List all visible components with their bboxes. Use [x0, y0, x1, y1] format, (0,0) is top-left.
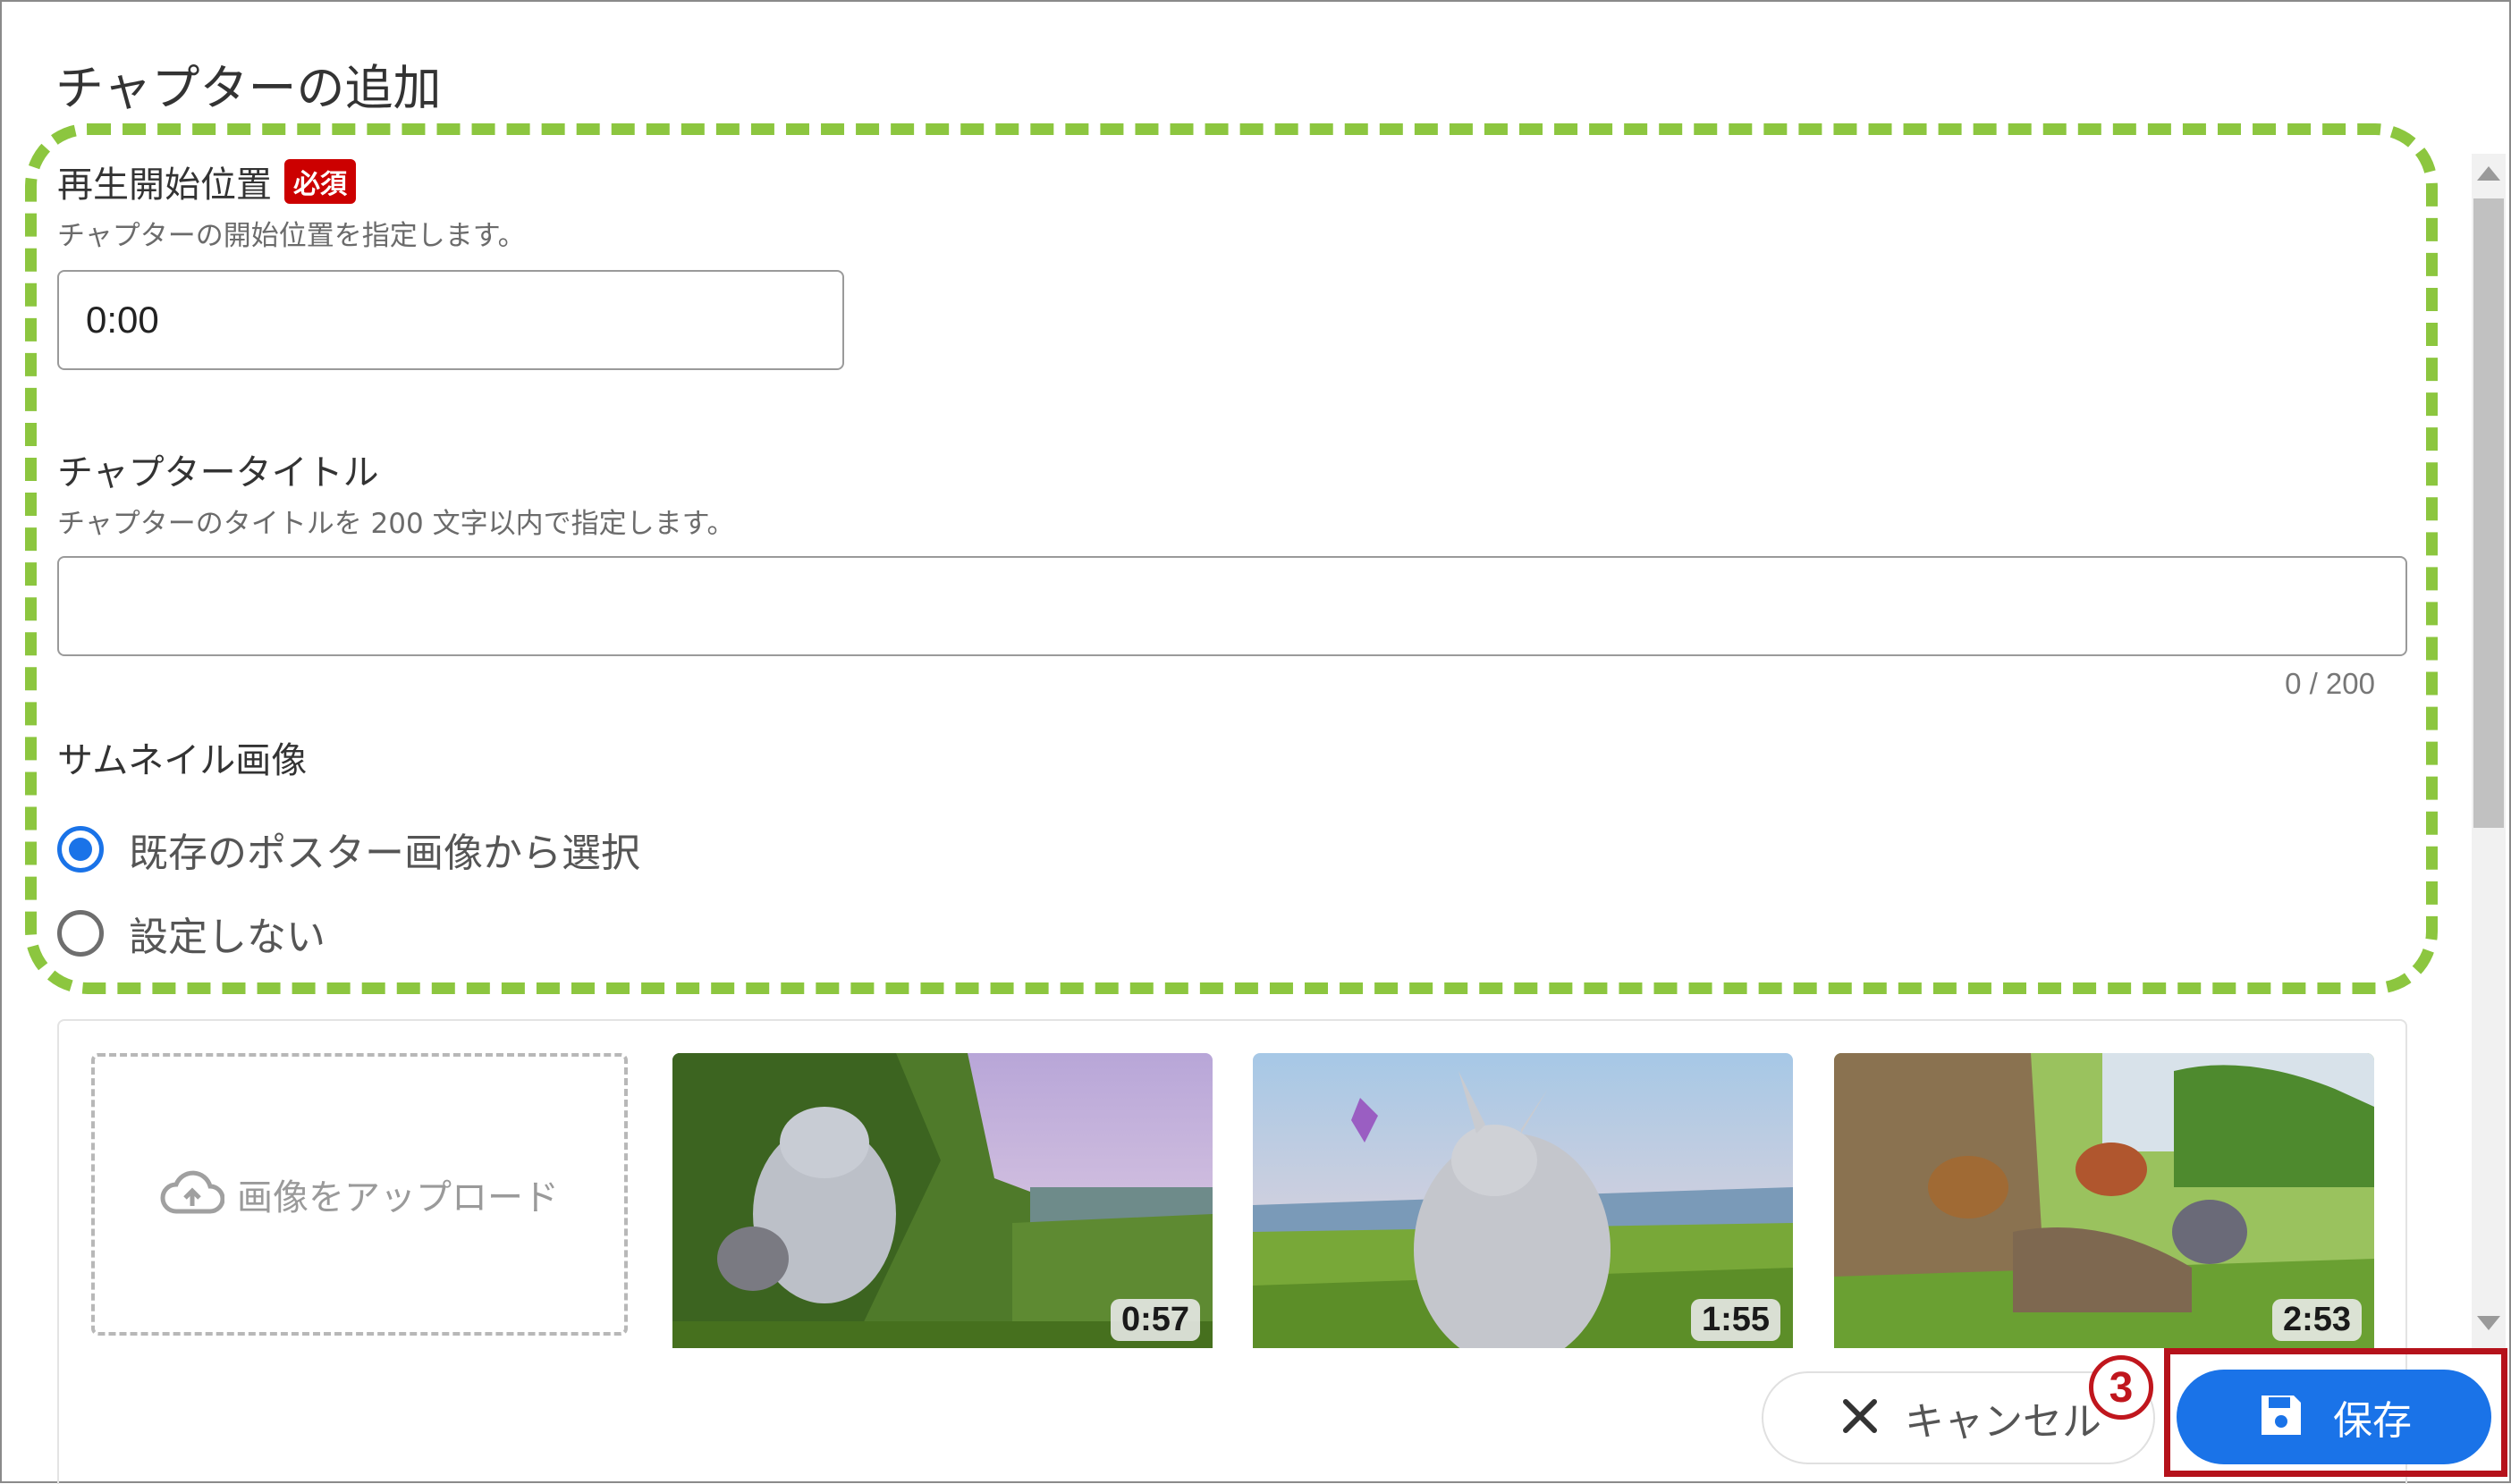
radio-option-none[interactable]: 設定しない [57, 905, 326, 962]
start-position-label-text: 再生開始位置 [57, 164, 272, 206]
chapter-title-label: チャプタータイトル [57, 452, 379, 493]
thumbnail-option-2[interactable]: 1:55 [1253, 1053, 1793, 1348]
scroll-up-arrow-icon[interactable] [2477, 166, 2500, 181]
thumbnail-option-1[interactable]: 0:57 [672, 1053, 1213, 1348]
scroll-down-arrow-icon[interactable] [2477, 1316, 2500, 1330]
start-position-help: チャプターの開始位置を指定します。 [57, 220, 526, 252]
scrollbar-thumb[interactable] [2473, 198, 2504, 828]
thumbnail-time-1: 0:57 [1110, 1299, 1200, 1341]
radio-checked-icon[interactable] [57, 826, 104, 873]
radio-unchecked-icon[interactable] [57, 910, 104, 957]
required-badge: 必須 [284, 159, 356, 204]
start-position-label: 再生開始位置 必須 [57, 156, 356, 207]
upload-image-button[interactable]: 画像をアップロード [91, 1053, 628, 1336]
upload-label: 画像をアップロード [237, 1177, 559, 1218]
dialog-title: チャプターの追加 [55, 60, 442, 116]
cancel-label: キャンセル [1905, 1399, 2101, 1445]
radio-label-existing-poster: 既存のポスター画像から選択 [129, 831, 640, 876]
save-button[interactable]: 保存 [2177, 1370, 2491, 1464]
thumbnail-label: サムネイル画像 [57, 740, 308, 781]
start-position-input[interactable] [57, 270, 844, 370]
radio-label-none: 設定しない [129, 915, 326, 960]
thumbnail-time-3: 2:53 [2271, 1299, 2362, 1341]
save-label: 保存 [2333, 1398, 2412, 1444]
close-icon [1840, 1396, 1880, 1439]
radio-option-existing-poster[interactable]: 既存のポスター画像から選択 [57, 821, 640, 878]
step-number-marker: 3 [2089, 1355, 2153, 1420]
thumbnail-time-2: 1:55 [1690, 1299, 1780, 1341]
thumbnail-option-3[interactable]: 2:53 [1834, 1053, 2374, 1348]
cloud-upload-icon [160, 1170, 225, 1218]
floppy-disk-icon [2256, 1390, 2306, 1444]
character-counter: 0 / 200 [2285, 667, 2375, 700]
chapter-title-help: チャプターのタイトルを 200 文字以内で指定します。 [57, 508, 735, 540]
chapter-title-input[interactable] [57, 556, 2407, 656]
